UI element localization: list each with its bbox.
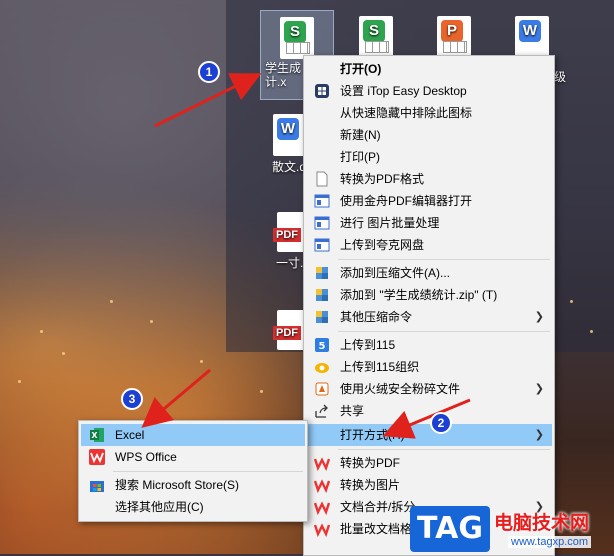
watermark-title: 电脑技术网 <box>494 513 590 534</box>
watermark-logo: TAG <box>410 506 490 552</box>
arrow-step-3 <box>141 368 211 428</box>
step-badge-1: 1 <box>198 61 220 83</box>
step-badge-2: 2 <box>430 412 452 434</box>
arrow-step-1 <box>154 73 262 128</box>
arrow-step-2 <box>382 398 471 439</box>
step-badge-3: 3 <box>121 388 143 410</box>
watermark-url: www.tagxp.com <box>508 536 592 548</box>
site-watermark: TAG 电脑技术网 www.tagxp.com <box>410 504 614 554</box>
annotation-arrows <box>141 73 471 439</box>
